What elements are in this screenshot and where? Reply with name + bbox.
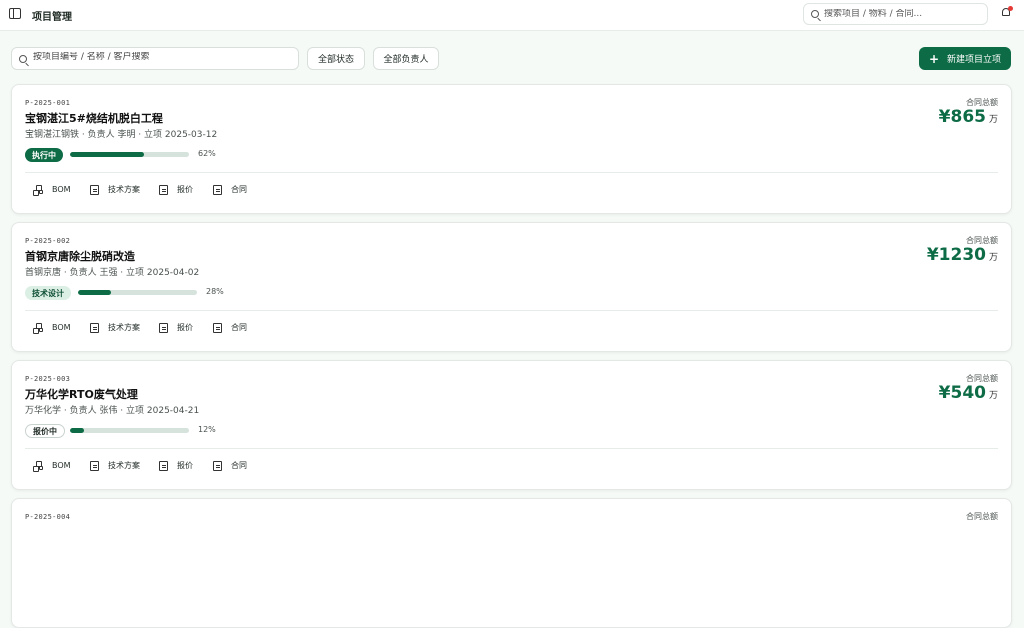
progress-bar	[70, 428, 189, 433]
quote-icon	[159, 460, 168, 471]
new-project-button[interactable]: + 新建项目立项	[919, 47, 1011, 70]
project-name[interactable]: 万华化学RTO废气处理	[25, 386, 138, 402]
top-bar: 项目管理	[0, 0, 1024, 31]
card-actions: BOM 技术方案 报价 合同	[33, 322, 247, 334]
bom-action[interactable]: BOM	[33, 184, 90, 196]
contract-icon	[213, 460, 222, 471]
sidebar-toggle-icon[interactable]	[9, 8, 21, 19]
project-code: P-2025-003	[25, 375, 71, 383]
project-search[interactable]	[11, 47, 299, 70]
card-actions: BOM 技术方案 报价 合同	[33, 460, 247, 472]
project-card[interactable]: P-2025-003 万华化学RTO废气处理 万华化学 · 负责人 张伟 · 立…	[11, 360, 1012, 490]
progress-bar	[70, 152, 189, 157]
amount-value: ¥540	[938, 383, 986, 403]
document-icon	[90, 184, 99, 195]
tech-plan-action[interactable]: 技术方案	[90, 460, 159, 471]
amount-unit: 万	[988, 391, 998, 401]
status-badge: 执行中	[25, 148, 63, 162]
contract-amount: ¥540 万	[939, 383, 998, 403]
filter-toolbar: 全部状态 全部负责人 + 新建项目立项	[0, 47, 1024, 71]
status-badge: 报价中	[25, 424, 65, 438]
contract-amount: ¥865 万	[939, 107, 998, 127]
project-card[interactable]: P-2025-002 首钢京唐除尘脱硝改造 首钢京唐 · 负责人 王强 · 立项…	[11, 222, 1012, 352]
notification-dot	[1008, 6, 1013, 11]
plus-icon: +	[928, 51, 940, 66]
project-card[interactable]: P-2025-001 宝钢湛江5#烧结机脱白工程 宝钢湛江钢铁 · 负责人 李明…	[11, 84, 1012, 214]
status-filter-button[interactable]: 全部状态	[307, 47, 365, 70]
amount-value: ¥865	[938, 107, 986, 127]
contract-amount: ¥1230 万	[927, 245, 998, 265]
quote-action[interactable]: 报价	[159, 460, 213, 471]
tech-plan-action[interactable]: 技术方案	[90, 322, 159, 333]
progress-percent: 12%	[198, 425, 216, 434]
global-search[interactable]	[803, 3, 988, 25]
progress-percent: 62%	[198, 149, 216, 158]
quote-icon	[159, 322, 168, 333]
card-actions: BOM 技术方案 报价 合同	[33, 184, 247, 196]
amount-label: 合同总额	[966, 512, 998, 521]
contract-action[interactable]: 合同	[213, 322, 247, 333]
amount-value: ¥1230	[926, 245, 986, 265]
project-search-input[interactable]	[33, 52, 293, 62]
contract-action[interactable]: 合同	[213, 460, 247, 471]
project-name[interactable]: 首钢京唐除尘脱硝改造	[25, 248, 135, 264]
search-icon	[19, 55, 27, 63]
bom-action[interactable]: BOM	[33, 460, 90, 472]
amount-unit: 万	[988, 115, 998, 125]
notification-bell-icon[interactable]	[1001, 6, 1013, 18]
progress-percent: 28%	[206, 287, 224, 296]
bom-icon	[33, 460, 43, 472]
progress-bar	[78, 290, 197, 295]
quote-action[interactable]: 报价	[159, 184, 213, 195]
page-title: 项目管理	[32, 12, 72, 23]
search-icon	[811, 10, 819, 18]
tech-plan-action[interactable]: 技术方案	[90, 184, 159, 195]
contract-icon	[213, 322, 222, 333]
project-meta: 宝钢湛江钢铁 · 负责人 李明 · 立项 2025-03-12	[25, 130, 218, 140]
global-search-input[interactable]	[824, 9, 979, 19]
bom-action[interactable]: BOM	[33, 322, 90, 334]
project-meta: 万华化学 · 负责人 张伟 · 立项 2025-04-21	[25, 406, 200, 416]
document-icon	[90, 322, 99, 333]
status-badge: 技术设计	[25, 286, 71, 300]
document-icon	[90, 460, 99, 471]
owner-filter-button[interactable]: 全部负责人	[373, 47, 439, 70]
divider	[25, 310, 998, 311]
project-name[interactable]: 宝钢湛江5#烧结机脱白工程	[25, 110, 163, 126]
amount-unit: 万	[988, 253, 998, 263]
new-project-label: 新建项目立项	[947, 55, 1002, 65]
quote-icon	[159, 184, 168, 195]
project-code: P-2025-002	[25, 237, 71, 245]
divider	[25, 172, 998, 173]
bom-icon	[33, 322, 43, 334]
quote-action[interactable]: 报价	[159, 322, 213, 333]
project-meta: 首钢京唐 · 负责人 王强 · 立项 2025-04-02	[25, 268, 200, 278]
project-code: P-2025-001	[25, 99, 71, 107]
project-card[interactable]: P-2025-004 合同总额	[11, 498, 1012, 628]
contract-action[interactable]: 合同	[213, 184, 247, 195]
divider	[25, 448, 998, 449]
contract-icon	[213, 184, 222, 195]
bom-icon	[33, 184, 43, 196]
